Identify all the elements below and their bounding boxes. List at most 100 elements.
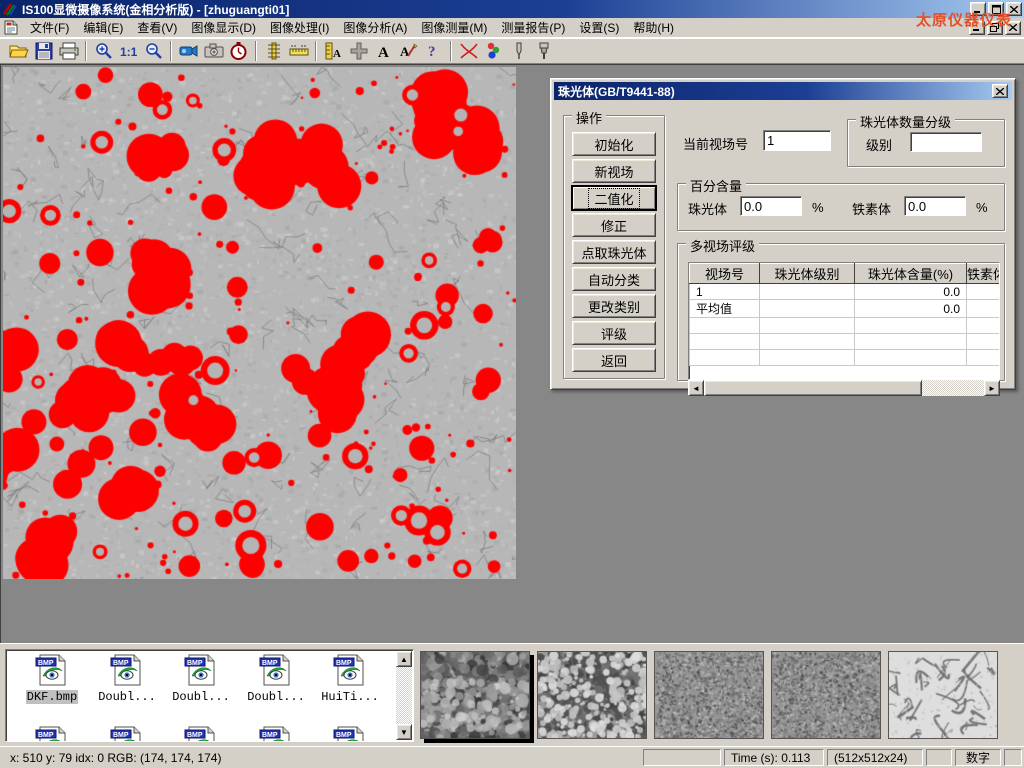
child-minimize-button[interactable] <box>969 21 985 35</box>
grade-input[interactable] <box>910 132 982 152</box>
toolbar: 1:1AAA? <box>0 38 1024 64</box>
hscroll-thumb[interactable] <box>704 380 922 396</box>
brush-tool-icon[interactable] <box>531 39 556 63</box>
binarize-button[interactable]: 二值化 <box>572 186 656 210</box>
file-item[interactable]: BMP Doubl... <box>91 654 163 704</box>
capture-icon[interactable] <box>201 39 226 63</box>
file-item-partial[interactable]: BMP <box>16 726 88 742</box>
table-header[interactable]: 珠光体级别 <box>760 264 855 284</box>
change-class-button[interactable]: 更改类别 <box>572 294 656 318</box>
gallery-thumbnail[interactable] <box>654 651 764 739</box>
svg-text:BMP: BMP <box>113 660 129 667</box>
file-name[interactable]: HuiTi... <box>320 690 380 704</box>
correct-button[interactable]: 修正 <box>572 213 656 237</box>
menu-help[interactable]: 帮助(H) <box>626 17 681 38</box>
menu-file[interactable]: 文件(F) <box>23 17 76 38</box>
table-row[interactable]: 平均值0.0 <box>690 300 1001 318</box>
actual-size-icon[interactable]: 1:1 <box>116 39 141 63</box>
file-item-partial[interactable]: BMP <box>165 726 237 742</box>
ruler-icon[interactable] <box>286 39 311 63</box>
table-header[interactable]: 铁素体含量(%) <box>967 264 1001 284</box>
gallery-thumbnail[interactable] <box>537 651 647 739</box>
table-header[interactable]: 视场号 <box>690 264 760 284</box>
zoom-out-icon[interactable] <box>141 39 166 63</box>
return-button[interactable]: 返回 <box>572 348 656 372</box>
table-row-empty <box>690 318 1001 334</box>
child-close-button[interactable] <box>1005 21 1021 35</box>
rating-table[interactable]: 视场号珠光体级别珠光体含量(%)铁素体含量(%)10.0平均值0.0 <box>688 262 1000 380</box>
gallery-thumbnail[interactable] <box>888 651 998 739</box>
file-name[interactable]: Doubl... <box>246 690 306 704</box>
pen-tool-icon[interactable] <box>506 39 531 63</box>
bmp-file-icon: BMP <box>259 654 293 686</box>
edit-text-icon[interactable]: A <box>396 39 421 63</box>
bmp-file-icon: BMP <box>184 654 218 686</box>
scroll-up-icon[interactable]: ▲ <box>396 651 412 667</box>
table-row-empty <box>690 350 1001 366</box>
file-name[interactable]: DKF.bmp <box>26 690 78 704</box>
move-cross-icon[interactable] <box>346 39 371 63</box>
scroll-right-icon[interactable]: ► <box>984 380 1000 396</box>
menu-image-analysis[interactable]: 图像分析(A) <box>336 17 414 38</box>
bmp-file-icon: BMP <box>110 654 144 686</box>
video-camera-icon[interactable] <box>176 39 201 63</box>
file-item[interactable]: BMP DKF.bmp <box>16 654 88 704</box>
micrograph-image[interactable] <box>3 67 516 579</box>
vscroll-thumb[interactable] <box>396 667 412 693</box>
file-item[interactable]: BMP Doubl... <box>165 654 237 704</box>
scroll-left-icon[interactable]: ◄ <box>688 380 704 396</box>
rate-button[interactable]: 评级 <box>572 321 656 345</box>
maximize-button[interactable] <box>988 2 1004 16</box>
table-header[interactable]: 珠光体含量(%) <box>855 264 967 284</box>
menu-image-display[interactable]: 图像显示(D) <box>184 17 263 38</box>
scroll-down-icon[interactable]: ▼ <box>396 724 412 740</box>
dialog-titlebar: 珠光体(GB/T9441-88) <box>554 82 1012 100</box>
menu-edit[interactable]: 编辑(E) <box>76 17 130 38</box>
file-name[interactable]: Doubl... <box>171 690 231 704</box>
file-name[interactable]: Doubl... <box>97 690 157 704</box>
caliper-icon[interactable] <box>261 39 286 63</box>
svg-text:BMP: BMP <box>38 660 54 667</box>
menu-image-processing[interactable]: 图像处理(I) <box>263 17 336 38</box>
table-hscrollbar[interactable]: ◄ ► <box>688 380 1000 396</box>
timer-icon[interactable] <box>226 39 251 63</box>
svg-text:BMP: BMP <box>262 732 278 739</box>
child-restore-button[interactable] <box>987 21 1003 35</box>
grading-group-label: 珠光体数量分级 <box>856 112 955 131</box>
dialog-close-button[interactable] <box>992 84 1008 98</box>
phase-balls-icon[interactable] <box>481 39 506 63</box>
file-item-partial[interactable]: BMP <box>240 726 312 742</box>
pearlite-percent-sign: % <box>812 200 824 215</box>
file-item-partial[interactable]: BMP <box>91 726 163 742</box>
menu-settings[interactable]: 设置(S) <box>572 17 626 38</box>
file-item[interactable]: BMP Doubl... <box>240 654 312 704</box>
minimize-button[interactable] <box>970 2 986 16</box>
auto-classify-button[interactable]: 自动分类 <box>572 267 656 291</box>
toolbar-separator <box>315 41 317 61</box>
gallery-thumbnail[interactable] <box>771 651 881 739</box>
new-field-button[interactable]: 新视场 <box>572 159 656 183</box>
curve-tool-icon[interactable] <box>456 39 481 63</box>
table-row[interactable]: 10.0 <box>690 284 1001 300</box>
menu-view[interactable]: 查看(V) <box>130 17 184 38</box>
text-label-icon[interactable]: A <box>371 39 396 63</box>
print-icon[interactable] <box>56 39 81 63</box>
pick-pearlite-button[interactable]: 点取珠光体 <box>572 240 656 264</box>
measure-text-icon[interactable]: A <box>321 39 346 63</box>
menu-image-measure[interactable]: 图像测量(M) <box>414 17 494 38</box>
file-vscrollbar[interactable]: ▲ ▼ <box>396 651 412 740</box>
help-icon[interactable]: ? <box>421 39 446 63</box>
file-item[interactable]: BMP HuiTi... <box>314 654 386 704</box>
file-browser[interactable]: BMP DKF.bmp BMP Doubl... BMP Doubl... BM… <box>5 649 414 742</box>
gallery-thumbnail[interactable] <box>420 651 530 739</box>
save-icon[interactable] <box>31 39 56 63</box>
file-item-partial[interactable]: BMP <box>314 726 386 742</box>
ferrite-percent-input[interactable] <box>904 196 966 216</box>
current-field-input[interactable] <box>763 130 831 151</box>
zoom-in-icon[interactable] <box>91 39 116 63</box>
open-file-icon[interactable] <box>6 39 31 63</box>
pearlite-percent-input[interactable] <box>740 196 802 216</box>
initialize-button[interactable]: 初始化 <box>572 132 656 156</box>
menu-report[interactable]: 测量报告(P) <box>494 17 572 38</box>
close-button[interactable] <box>1006 2 1022 16</box>
